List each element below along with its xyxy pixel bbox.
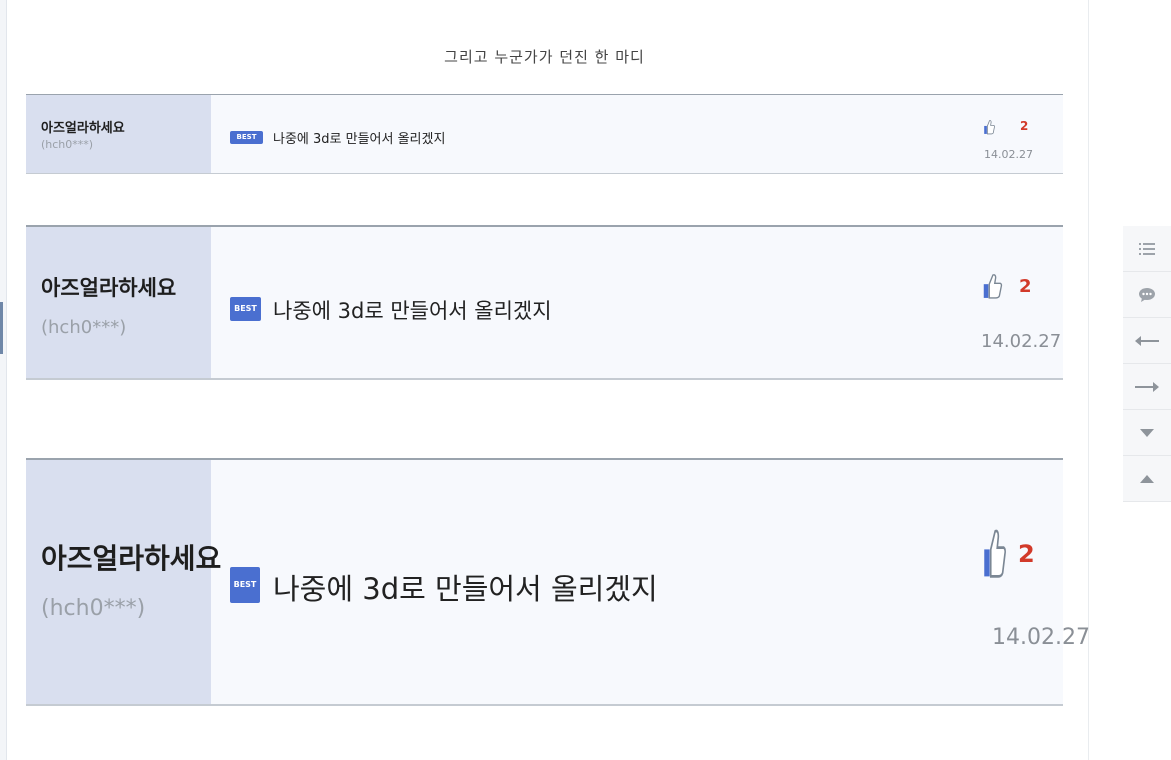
user-id: (hch0***) [41,596,146,621]
side-toolbar [1123,226,1171,502]
thumbs-up-icon[interactable] [981,271,1003,301]
user-panel [26,227,211,378]
next-arrow-icon[interactable] [1123,364,1171,410]
list-icon[interactable] [1123,226,1171,272]
like-count: 2 [1018,540,1035,568]
comment-card-large: 아즈얼라하세요 (hch0***) BEST 나중에 3d로 만들어서 올리겠지… [26,458,1090,706]
nickname[interactable]: 아즈얼라하세요 [41,537,221,577]
comment-card-small: 아즈얼라하세요 (hch0***) BEST 나중에 3d로 만들어서 올리겠지… [26,94,1063,174]
scroll-up-icon[interactable] [1123,456,1171,502]
thumbs-up-icon[interactable] [981,526,1007,580]
nickname[interactable]: 아즈얼라하세요 [41,117,125,136]
comment-date: 14.02.27 [984,148,1033,161]
comment-card-medium: 아즈얼라하세요 (hch0***) BEST 나중에 3d로 만들어서 올리겠지… [26,225,1063,380]
prev-arrow-icon[interactable] [1123,318,1171,364]
user-id: (hch0***) [41,317,127,338]
best-badge: BEST [230,567,260,603]
best-badge: BEST [230,131,263,144]
thumbs-up-icon[interactable] [981,119,997,135]
left-edge-strip [0,0,7,760]
scroll-down-icon[interactable] [1123,410,1171,456]
like-count: 2 [1019,276,1032,297]
user-id: (hch0***) [41,138,94,151]
comment-date: 14.02.27 [981,331,1062,352]
best-badge: BEST [230,297,261,321]
comment-date: 14.02.27 [992,625,1090,650]
left-edge-marker [0,302,3,354]
user-panel [26,460,211,704]
headline: 그리고 누군가가 던진 한 마디 [444,48,645,66]
comment-text: 나중에 3d로 만들어서 올리겠지 [273,572,658,606]
nickname[interactable]: 아즈얼라하세요 [41,272,176,302]
comment-text: 나중에 3d로 만들어서 올리겠지 [273,299,552,323]
comment-text: 나중에 3d로 만들어서 올리겠지 [273,132,446,147]
like-count: 2 [1020,119,1029,133]
comment-icon[interactable] [1123,272,1171,318]
